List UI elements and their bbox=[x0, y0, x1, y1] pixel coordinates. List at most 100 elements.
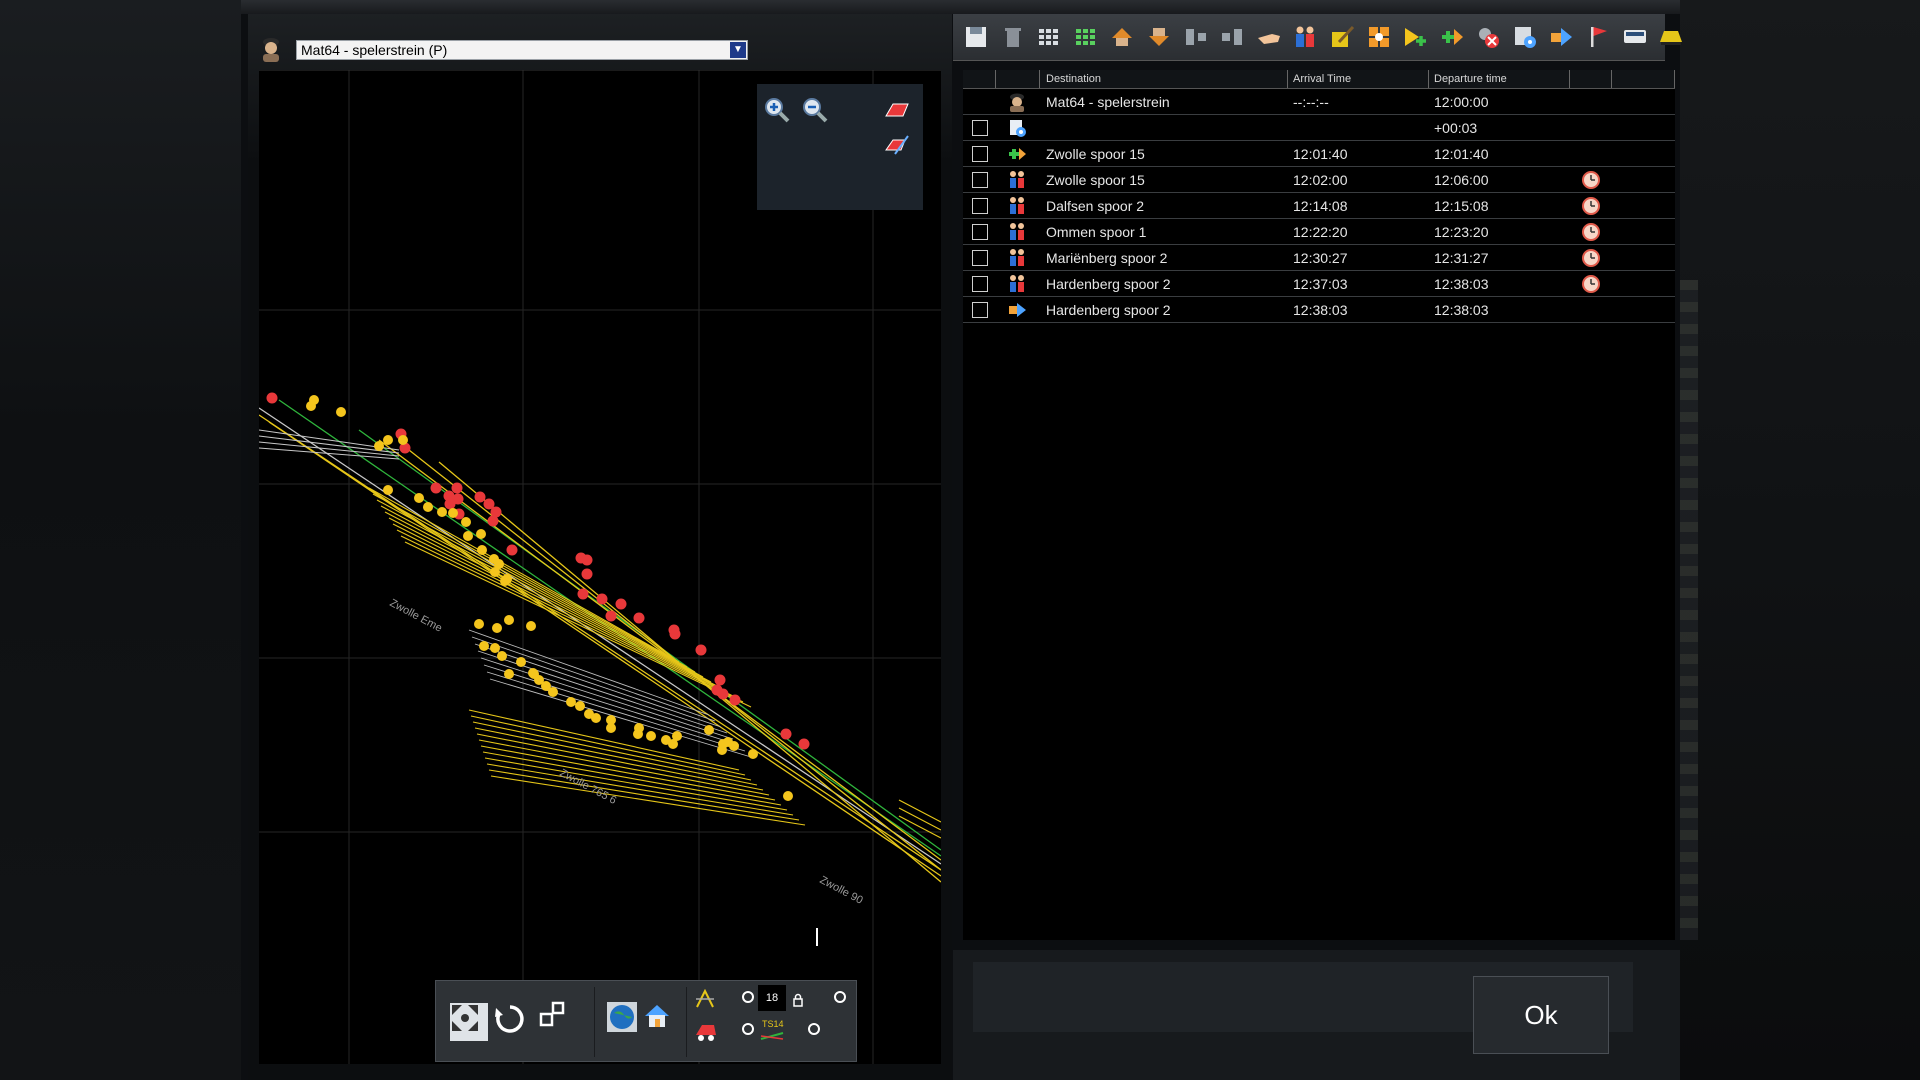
train-side-icon[interactable] bbox=[1622, 24, 1648, 50]
table-row[interactable]: Mariënberg spoor 2 12:30:27 12:31:27 bbox=[963, 245, 1675, 271]
row-checkbox[interactable] bbox=[972, 172, 988, 188]
row-destination: Hardenberg spoor 2 bbox=[1046, 276, 1171, 292]
settings-icon[interactable] bbox=[1512, 24, 1538, 50]
table-row[interactable]: Ommen spoor 1 12:22:20 12:23:20 bbox=[963, 219, 1675, 245]
save-icon[interactable] bbox=[963, 24, 989, 50]
column-destination: Destination bbox=[1046, 73, 1102, 85]
row-checkbox[interactable] bbox=[972, 146, 988, 162]
table-row[interactable]: Hardenberg spoor 2 12:37:03 12:38:03 bbox=[963, 271, 1675, 297]
signal-yellow bbox=[717, 745, 727, 755]
driver-icon bbox=[263, 38, 279, 62]
signal-red bbox=[596, 593, 608, 605]
radio-option-1[interactable] bbox=[742, 991, 754, 1003]
add-green-icon[interactable] bbox=[1439, 24, 1465, 50]
signal-yellow bbox=[474, 619, 484, 629]
row-checkbox[interactable] bbox=[972, 120, 988, 136]
ok-button[interactable]: Ok bbox=[1473, 976, 1609, 1054]
eraser-edit-icon[interactable] bbox=[883, 130, 911, 158]
table-row[interactable]: Dalfsen spoor 2 12:14:08 12:15:08 bbox=[963, 193, 1675, 219]
radio-option-3[interactable] bbox=[742, 1023, 754, 1035]
signal-red bbox=[266, 392, 278, 404]
add-yellow-icon[interactable] bbox=[1402, 24, 1428, 50]
rotate-icon[interactable] bbox=[494, 1003, 532, 1041]
map-zoom-controls bbox=[757, 84, 923, 210]
edit-icon[interactable] bbox=[1329, 24, 1355, 50]
flag-icon[interactable] bbox=[1585, 24, 1611, 50]
train-car-icon[interactable] bbox=[694, 1021, 718, 1043]
home-icon[interactable] bbox=[642, 1001, 680, 1039]
yard-track bbox=[376, 499, 696, 673]
row-checkbox[interactable] bbox=[972, 302, 988, 318]
signal-red bbox=[605, 610, 617, 622]
train-front-icon[interactable] bbox=[1658, 24, 1684, 50]
signal-yellow bbox=[306, 401, 316, 411]
alarm-clock-icon[interactable] bbox=[1581, 222, 1601, 242]
timetable-panel: Destination Arrival Time Departure time … bbox=[953, 14, 1683, 1080]
delete-icon[interactable] bbox=[1000, 24, 1026, 50]
signal-yellow bbox=[528, 668, 538, 678]
table-row[interactable]: +00:03 bbox=[963, 115, 1675, 141]
pointer-hand-icon[interactable] bbox=[1256, 24, 1282, 50]
table-row[interactable]: Zwolle spoor 15 12:01:40 12:01:40 bbox=[963, 141, 1675, 167]
table-row[interactable]: Zwolle spoor 15 12:02:00 12:06:00 bbox=[963, 167, 1675, 193]
remove-icon[interactable] bbox=[1475, 24, 1501, 50]
lock-icon[interactable] bbox=[792, 993, 804, 1007]
chevron-down-icon[interactable]: ▼ bbox=[730, 42, 746, 58]
yard-track bbox=[372, 493, 688, 668]
route-map-canvas[interactable]: Zwolle Eme Zwolle 765 6 Zwolle 90 bbox=[259, 70, 941, 1064]
window-top-band bbox=[241, 0, 1680, 14]
alarm-clock-icon[interactable] bbox=[1581, 170, 1601, 190]
zoom-out-icon[interactable] bbox=[801, 96, 829, 124]
move-down-icon[interactable] bbox=[1146, 24, 1172, 50]
passengers-icon bbox=[1010, 171, 1024, 188]
row-arrival: 12:14:08 bbox=[1293, 198, 1348, 214]
signal-yellow bbox=[423, 502, 433, 512]
row-checkbox[interactable] bbox=[972, 276, 988, 292]
row-checkbox[interactable] bbox=[972, 250, 988, 266]
route-map[interactable]: Zwolle Eme Zwolle 765 6 Zwolle 90 18 TS1… bbox=[259, 70, 941, 1064]
row-checkbox[interactable] bbox=[972, 198, 988, 214]
signal-yellow bbox=[497, 651, 507, 661]
signal-tool-icon[interactable] bbox=[694, 989, 716, 1009]
layer-value[interactable]: 18 bbox=[758, 985, 786, 1011]
row-destination: Zwolle spoor 15 bbox=[1046, 146, 1145, 162]
row-checkbox[interactable] bbox=[972, 224, 988, 240]
table-row[interactable]: Hardenberg spoor 2 12:38:03 12:38:03 bbox=[963, 297, 1675, 323]
signal-yellow bbox=[463, 531, 473, 541]
radio-option-2[interactable] bbox=[834, 991, 846, 1003]
signal-yellow bbox=[672, 731, 682, 741]
row-departure: 12:38:03 bbox=[1434, 302, 1489, 318]
row-departure: 12:31:27 bbox=[1434, 250, 1489, 266]
eraser-icon[interactable] bbox=[883, 96, 911, 124]
row-arrival: 12:01:40 bbox=[1293, 146, 1348, 162]
add-route-icon bbox=[1009, 148, 1026, 160]
alarm-clock-icon[interactable] bbox=[1581, 274, 1601, 294]
grid-green-icon[interactable] bbox=[1073, 24, 1099, 50]
fullscreen-icon[interactable] bbox=[450, 1003, 488, 1041]
split-icon[interactable] bbox=[1219, 24, 1245, 50]
signal-red bbox=[487, 515, 499, 527]
merge-icon[interactable] bbox=[1183, 24, 1209, 50]
table-row[interactable]: Mat64 - spelerstrein --:--:-- 12:00:00 bbox=[963, 89, 1675, 115]
orange-grid-icon[interactable] bbox=[1366, 24, 1392, 50]
move-up-icon[interactable] bbox=[1109, 24, 1135, 50]
grid-small-icon[interactable] bbox=[1036, 24, 1062, 50]
signal-yellow bbox=[526, 621, 536, 631]
signal-yellow bbox=[336, 407, 346, 417]
globe-icon[interactable] bbox=[606, 1001, 644, 1039]
radio-option-4[interactable] bbox=[808, 1023, 820, 1035]
signal-yellow bbox=[490, 643, 500, 653]
train-header: Mat64 - spelerstrein (P) ▼ bbox=[248, 34, 952, 64]
alarm-clock-icon[interactable] bbox=[1581, 248, 1601, 268]
yard-track bbox=[474, 727, 758, 786]
dialog-footer: Ok bbox=[953, 950, 1680, 1080]
zoom-in-icon[interactable] bbox=[763, 96, 791, 124]
train-select[interactable]: Mat64 - spelerstrein (P) ▼ bbox=[296, 40, 748, 60]
exit-icon[interactable] bbox=[1549, 24, 1575, 50]
passengers-icon[interactable] bbox=[1292, 24, 1318, 50]
signal-yellow bbox=[633, 729, 643, 739]
resize-icon[interactable] bbox=[538, 999, 576, 1037]
yard-track bbox=[392, 523, 728, 693]
signal-yellow bbox=[504, 669, 514, 679]
alarm-clock-icon[interactable] bbox=[1581, 196, 1601, 216]
